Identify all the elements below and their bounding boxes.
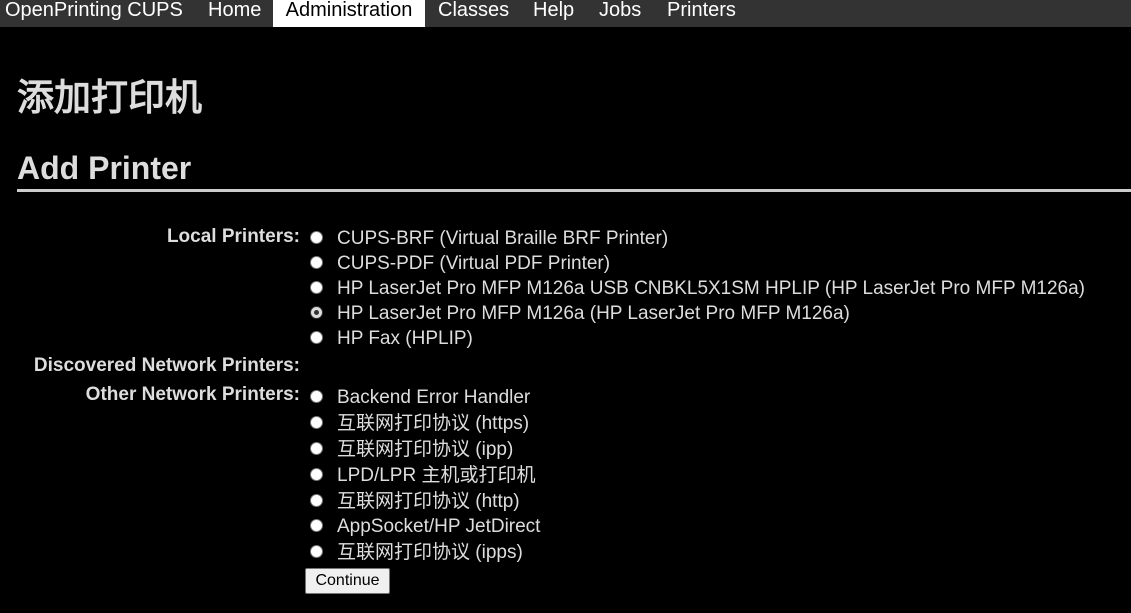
radio-button[interactable]: [310, 281, 323, 294]
nav-home[interactable]: Home: [208, 0, 268, 27]
radio-label[interactable]: 互联网打印协议 (http): [337, 490, 520, 514]
radio-label[interactable]: 互联网打印协议 (https): [337, 412, 529, 436]
radio-button[interactable]: [310, 494, 323, 507]
radio-button-selected[interactable]: [310, 306, 323, 319]
radio-label[interactable]: AppSocket/HP JetDirect: [337, 515, 540, 539]
radio-label[interactable]: CUPS-BRF (Virtual Braille BRF Printer): [337, 227, 668, 251]
radio-button[interactable]: [310, 442, 323, 455]
top-navbar: OpenPrinting CUPS Home Administration Cl…: [0, 0, 1131, 27]
page-title-chinese: 添加打印机: [17, 76, 202, 119]
local-printers-label: Local Printers:: [166, 226, 300, 247]
radio-label[interactable]: CUPS-PDF (Virtual PDF Printer): [337, 252, 610, 276]
other-network-printers-label: Other Network Printers:: [85, 384, 300, 405]
discovered-network-printers-label: Discovered Network Printers:: [33, 355, 300, 376]
radio-button[interactable]: [310, 256, 323, 269]
nav-printers[interactable]: Printers: [667, 0, 742, 27]
radio-button[interactable]: [310, 231, 323, 244]
radio-label[interactable]: 互联网打印协议 (ipp): [337, 438, 513, 462]
radio-label[interactable]: HP LaserJet Pro MFP M126a USB CNBKL5X1SM…: [337, 277, 1085, 301]
radio-label[interactable]: LPD/LPR 主机或打印机: [337, 464, 535, 488]
radio-button[interactable]: [310, 519, 323, 532]
title-divider: [17, 189, 1131, 192]
radio-label[interactable]: HP LaserJet Pro MFP M126a (HP LaserJet P…: [337, 302, 850, 326]
continue-button[interactable]: Continue: [305, 568, 390, 594]
nav-brand-cups[interactable]: OpenPrinting CUPS: [5, 0, 187, 27]
nav-jobs[interactable]: Jobs: [599, 0, 647, 27]
page-title: Add Printer: [17, 150, 192, 186]
radio-button[interactable]: [310, 416, 323, 429]
nav-administration[interactable]: Administration: [273, 0, 425, 27]
radio-button[interactable]: [310, 331, 323, 344]
radio-button[interactable]: [310, 545, 323, 558]
radio-label[interactable]: Backend Error Handler: [337, 386, 530, 410]
nav-help[interactable]: Help: [533, 0, 581, 27]
radio-button[interactable]: [310, 468, 323, 481]
nav-classes[interactable]: Classes: [438, 0, 513, 27]
radio-button[interactable]: [310, 390, 323, 403]
radio-label[interactable]: HP Fax (HPLIP): [337, 327, 473, 351]
radio-label[interactable]: 互联网打印协议 (ipps): [337, 541, 523, 565]
